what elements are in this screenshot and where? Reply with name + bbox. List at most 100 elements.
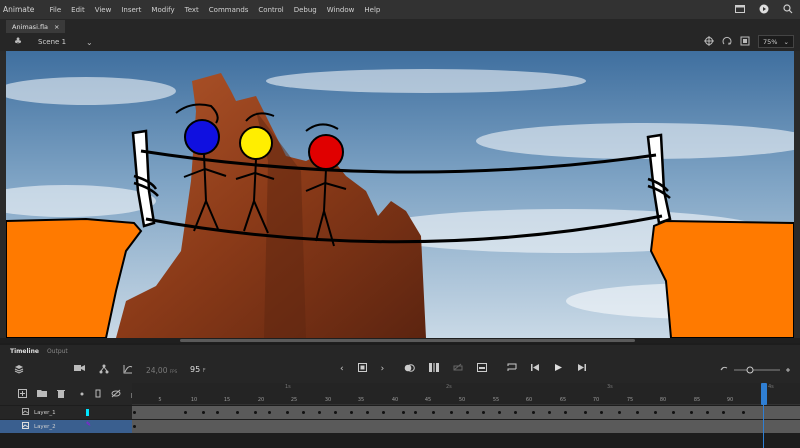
menu-edit[interactable]: Edit bbox=[66, 6, 90, 14]
keyframe[interactable] bbox=[482, 411, 485, 414]
keyframe[interactable] bbox=[366, 411, 369, 414]
layer-row-layer-1[interactable]: Layer_1 bbox=[0, 406, 132, 419]
keyframe[interactable] bbox=[654, 411, 657, 414]
layers-icon[interactable] bbox=[14, 364, 24, 377]
keyframe[interactable] bbox=[184, 411, 187, 414]
keyframe[interactable] bbox=[382, 411, 385, 414]
step-forward-icon[interactable] bbox=[577, 363, 587, 375]
playhead-handle[interactable] bbox=[761, 383, 767, 405]
keyframe[interactable] bbox=[706, 411, 709, 414]
scene-clubs-icon[interactable]: ♣ bbox=[14, 37, 26, 47]
graph-icon[interactable] bbox=[123, 364, 133, 377]
layer-color-swatch[interactable] bbox=[86, 409, 89, 416]
keyframe[interactable] bbox=[414, 411, 417, 414]
keyframe[interactable] bbox=[302, 411, 305, 414]
menu-view[interactable]: View bbox=[90, 6, 117, 14]
frame-track-layer-2[interactable] bbox=[132, 420, 800, 433]
keyframe[interactable] bbox=[318, 411, 321, 414]
chevron-right-icon[interactable]: › bbox=[381, 364, 385, 374]
onion-skin-icon[interactable] bbox=[404, 363, 416, 375]
search-icon[interactable] bbox=[782, 3, 794, 15]
keyframe[interactable] bbox=[584, 411, 587, 414]
keyframe[interactable] bbox=[532, 411, 535, 414]
scrollbar-thumb[interactable] bbox=[180, 339, 635, 342]
keyframe[interactable] bbox=[254, 411, 257, 414]
layer-name[interactable]: Layer_2 bbox=[34, 424, 56, 430]
menu-file[interactable]: File bbox=[44, 6, 66, 14]
clip-stage-icon[interactable] bbox=[740, 36, 750, 48]
keyframe[interactable] bbox=[742, 411, 745, 414]
close-icon[interactable]: × bbox=[54, 23, 59, 31]
stage-canvas[interactable] bbox=[6, 51, 794, 338]
keyframe[interactable] bbox=[286, 411, 289, 414]
menu-debug[interactable]: Debug bbox=[289, 6, 322, 14]
play-icon[interactable] bbox=[554, 363, 563, 375]
fps-readout[interactable]: 24,00 FPS bbox=[146, 366, 177, 375]
eye-hidden-icon[interactable] bbox=[111, 389, 121, 400]
layer-row-layer-2[interactable]: Layer_2 ✎ bbox=[0, 420, 132, 433]
play-preview-icon[interactable] bbox=[758, 3, 770, 15]
keyframe[interactable] bbox=[350, 411, 353, 414]
ruler-frame-label: 85 bbox=[693, 397, 701, 403]
folder-icon[interactable] bbox=[37, 389, 47, 400]
keyframe[interactable] bbox=[133, 425, 136, 428]
keyframe[interactable] bbox=[432, 411, 435, 414]
keyframe[interactable] bbox=[334, 411, 337, 414]
keyframe[interactable] bbox=[722, 411, 725, 414]
stop-icon[interactable] bbox=[357, 363, 367, 375]
loop-icon[interactable] bbox=[507, 363, 517, 375]
step-back-icon[interactable] bbox=[531, 363, 540, 375]
trash-icon[interactable] bbox=[57, 389, 65, 400]
keyframe[interactable] bbox=[133, 411, 136, 414]
menu-insert[interactable]: Insert bbox=[116, 6, 146, 14]
timeline-zoom-slider[interactable] bbox=[720, 365, 800, 375]
menu-commands[interactable]: Commands bbox=[204, 6, 254, 14]
keyframe[interactable] bbox=[236, 411, 239, 414]
keyframe[interactable] bbox=[216, 411, 219, 414]
stage-horizontal-scrollbar[interactable] bbox=[0, 338, 800, 343]
new-layer-icon[interactable] bbox=[18, 389, 27, 400]
keyframe[interactable] bbox=[202, 411, 205, 414]
frame-track-layer-1[interactable] bbox=[132, 406, 800, 419]
center-stage-icon[interactable] bbox=[704, 35, 714, 48]
chevron-left-icon[interactable]: ‹ bbox=[340, 364, 344, 374]
camera-icon[interactable] bbox=[74, 364, 85, 377]
zoom-dropdown[interactable]: 75% ⌄ bbox=[758, 35, 794, 48]
frame-ruler[interactable]: 1s 2s 3s 4s 5 10 15 20 25 30 35 40 45 50… bbox=[132, 383, 800, 405]
ruler-frame-label: 35 bbox=[357, 397, 365, 403]
keyframe[interactable] bbox=[690, 411, 693, 414]
outline-icon[interactable] bbox=[95, 389, 101, 400]
menu-text[interactable]: Text bbox=[180, 6, 204, 14]
document-tab[interactable]: Animasi.fla × bbox=[6, 20, 66, 33]
keyframe[interactable] bbox=[402, 411, 405, 414]
menu-help[interactable]: Help bbox=[359, 6, 385, 14]
keyframe[interactable] bbox=[268, 411, 271, 414]
keyframe[interactable] bbox=[600, 411, 603, 414]
keyframe[interactable] bbox=[672, 411, 675, 414]
keyframe[interactable] bbox=[498, 411, 501, 414]
loop-disabled-icon[interactable] bbox=[453, 363, 463, 375]
layer-name[interactable]: Layer_1 bbox=[34, 410, 56, 416]
menu-control[interactable]: Control bbox=[253, 6, 288, 14]
app-name: Animate bbox=[3, 5, 35, 14]
keyframe[interactable] bbox=[548, 411, 551, 414]
menu-modify[interactable]: Modify bbox=[146, 6, 179, 14]
keyframe[interactable] bbox=[450, 411, 453, 414]
pencil-icon[interactable]: ✎ bbox=[86, 421, 91, 428]
menu-window[interactable]: Window bbox=[322, 6, 360, 14]
keyframe[interactable] bbox=[636, 411, 639, 414]
highlight-dot-icon[interactable] bbox=[79, 389, 85, 400]
insert-frame-icon[interactable] bbox=[477, 363, 488, 375]
keyframe[interactable] bbox=[514, 411, 517, 414]
chevron-down-icon[interactable]: ⌄ bbox=[86, 38, 93, 47]
current-frame[interactable]: 95 F bbox=[190, 365, 206, 374]
tab-timeline[interactable]: Timeline bbox=[10, 348, 39, 355]
rotate-stage-icon[interactable] bbox=[722, 36, 732, 48]
tab-output[interactable]: Output bbox=[47, 348, 68, 355]
keyframe[interactable] bbox=[466, 411, 469, 414]
keyframe[interactable] bbox=[564, 411, 567, 414]
keyframe[interactable] bbox=[618, 411, 621, 414]
workspace-icon[interactable] bbox=[734, 3, 746, 15]
parenting-icon[interactable] bbox=[99, 364, 109, 377]
edit-multiple-frames-icon[interactable] bbox=[429, 363, 440, 375]
